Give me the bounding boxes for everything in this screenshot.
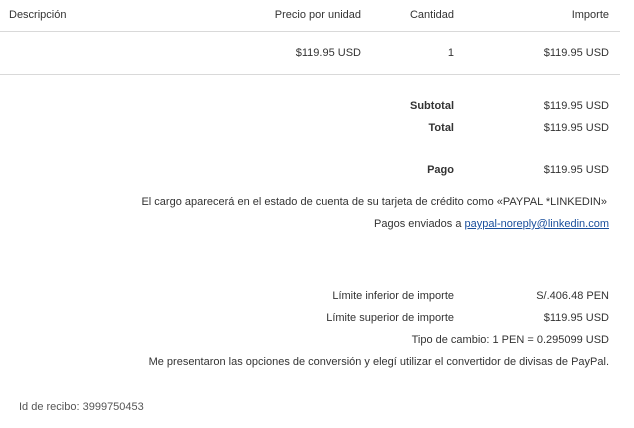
header-divider xyxy=(0,31,620,32)
lower-limit-value: S/.406.48 PEN xyxy=(536,290,609,302)
row-unit-price: $119.95 USD xyxy=(295,47,361,59)
subtotal-label: Subtotal xyxy=(410,100,454,112)
payments-sent-to: Pagos enviados a paypal-noreply@linkedin… xyxy=(374,218,609,230)
column-header-amount: Importe xyxy=(571,9,609,21)
row-divider xyxy=(0,74,620,75)
row-amount: $119.95 USD xyxy=(543,47,609,59)
row-quantity: 1 xyxy=(447,47,454,59)
column-header-quantity: Cantidad xyxy=(409,9,454,21)
column-header-description: Descripción xyxy=(9,9,67,21)
total-label: Total xyxy=(428,122,454,134)
charge-note: El cargo aparecerá en el estado de cuent… xyxy=(141,196,607,208)
upper-limit-value: $119.95 USD xyxy=(543,312,609,324)
payment-value: $119.95 USD xyxy=(543,164,609,176)
sent-to-label: Pagos enviados a xyxy=(374,218,462,230)
upper-limit-label: Límite superior de importe xyxy=(326,312,454,324)
conversion-note: Me presentaron las opciones de conversió… xyxy=(148,356,609,368)
receipt-id: Id de recibo: 3999750453 xyxy=(19,401,144,413)
total-value: $119.95 USD xyxy=(543,122,609,134)
lower-limit-label: Límite inferior de importe xyxy=(332,290,454,302)
recipient-email-link[interactable]: paypal-noreply@linkedin.com xyxy=(465,218,609,230)
payment-label: Pago xyxy=(427,164,454,176)
exchange-rate: Tipo de cambio: 1 PEN = 0.295099 USD xyxy=(411,334,609,346)
subtotal-value: $119.95 USD xyxy=(543,100,609,112)
column-header-unit-price: Precio por unidad xyxy=(274,9,361,21)
